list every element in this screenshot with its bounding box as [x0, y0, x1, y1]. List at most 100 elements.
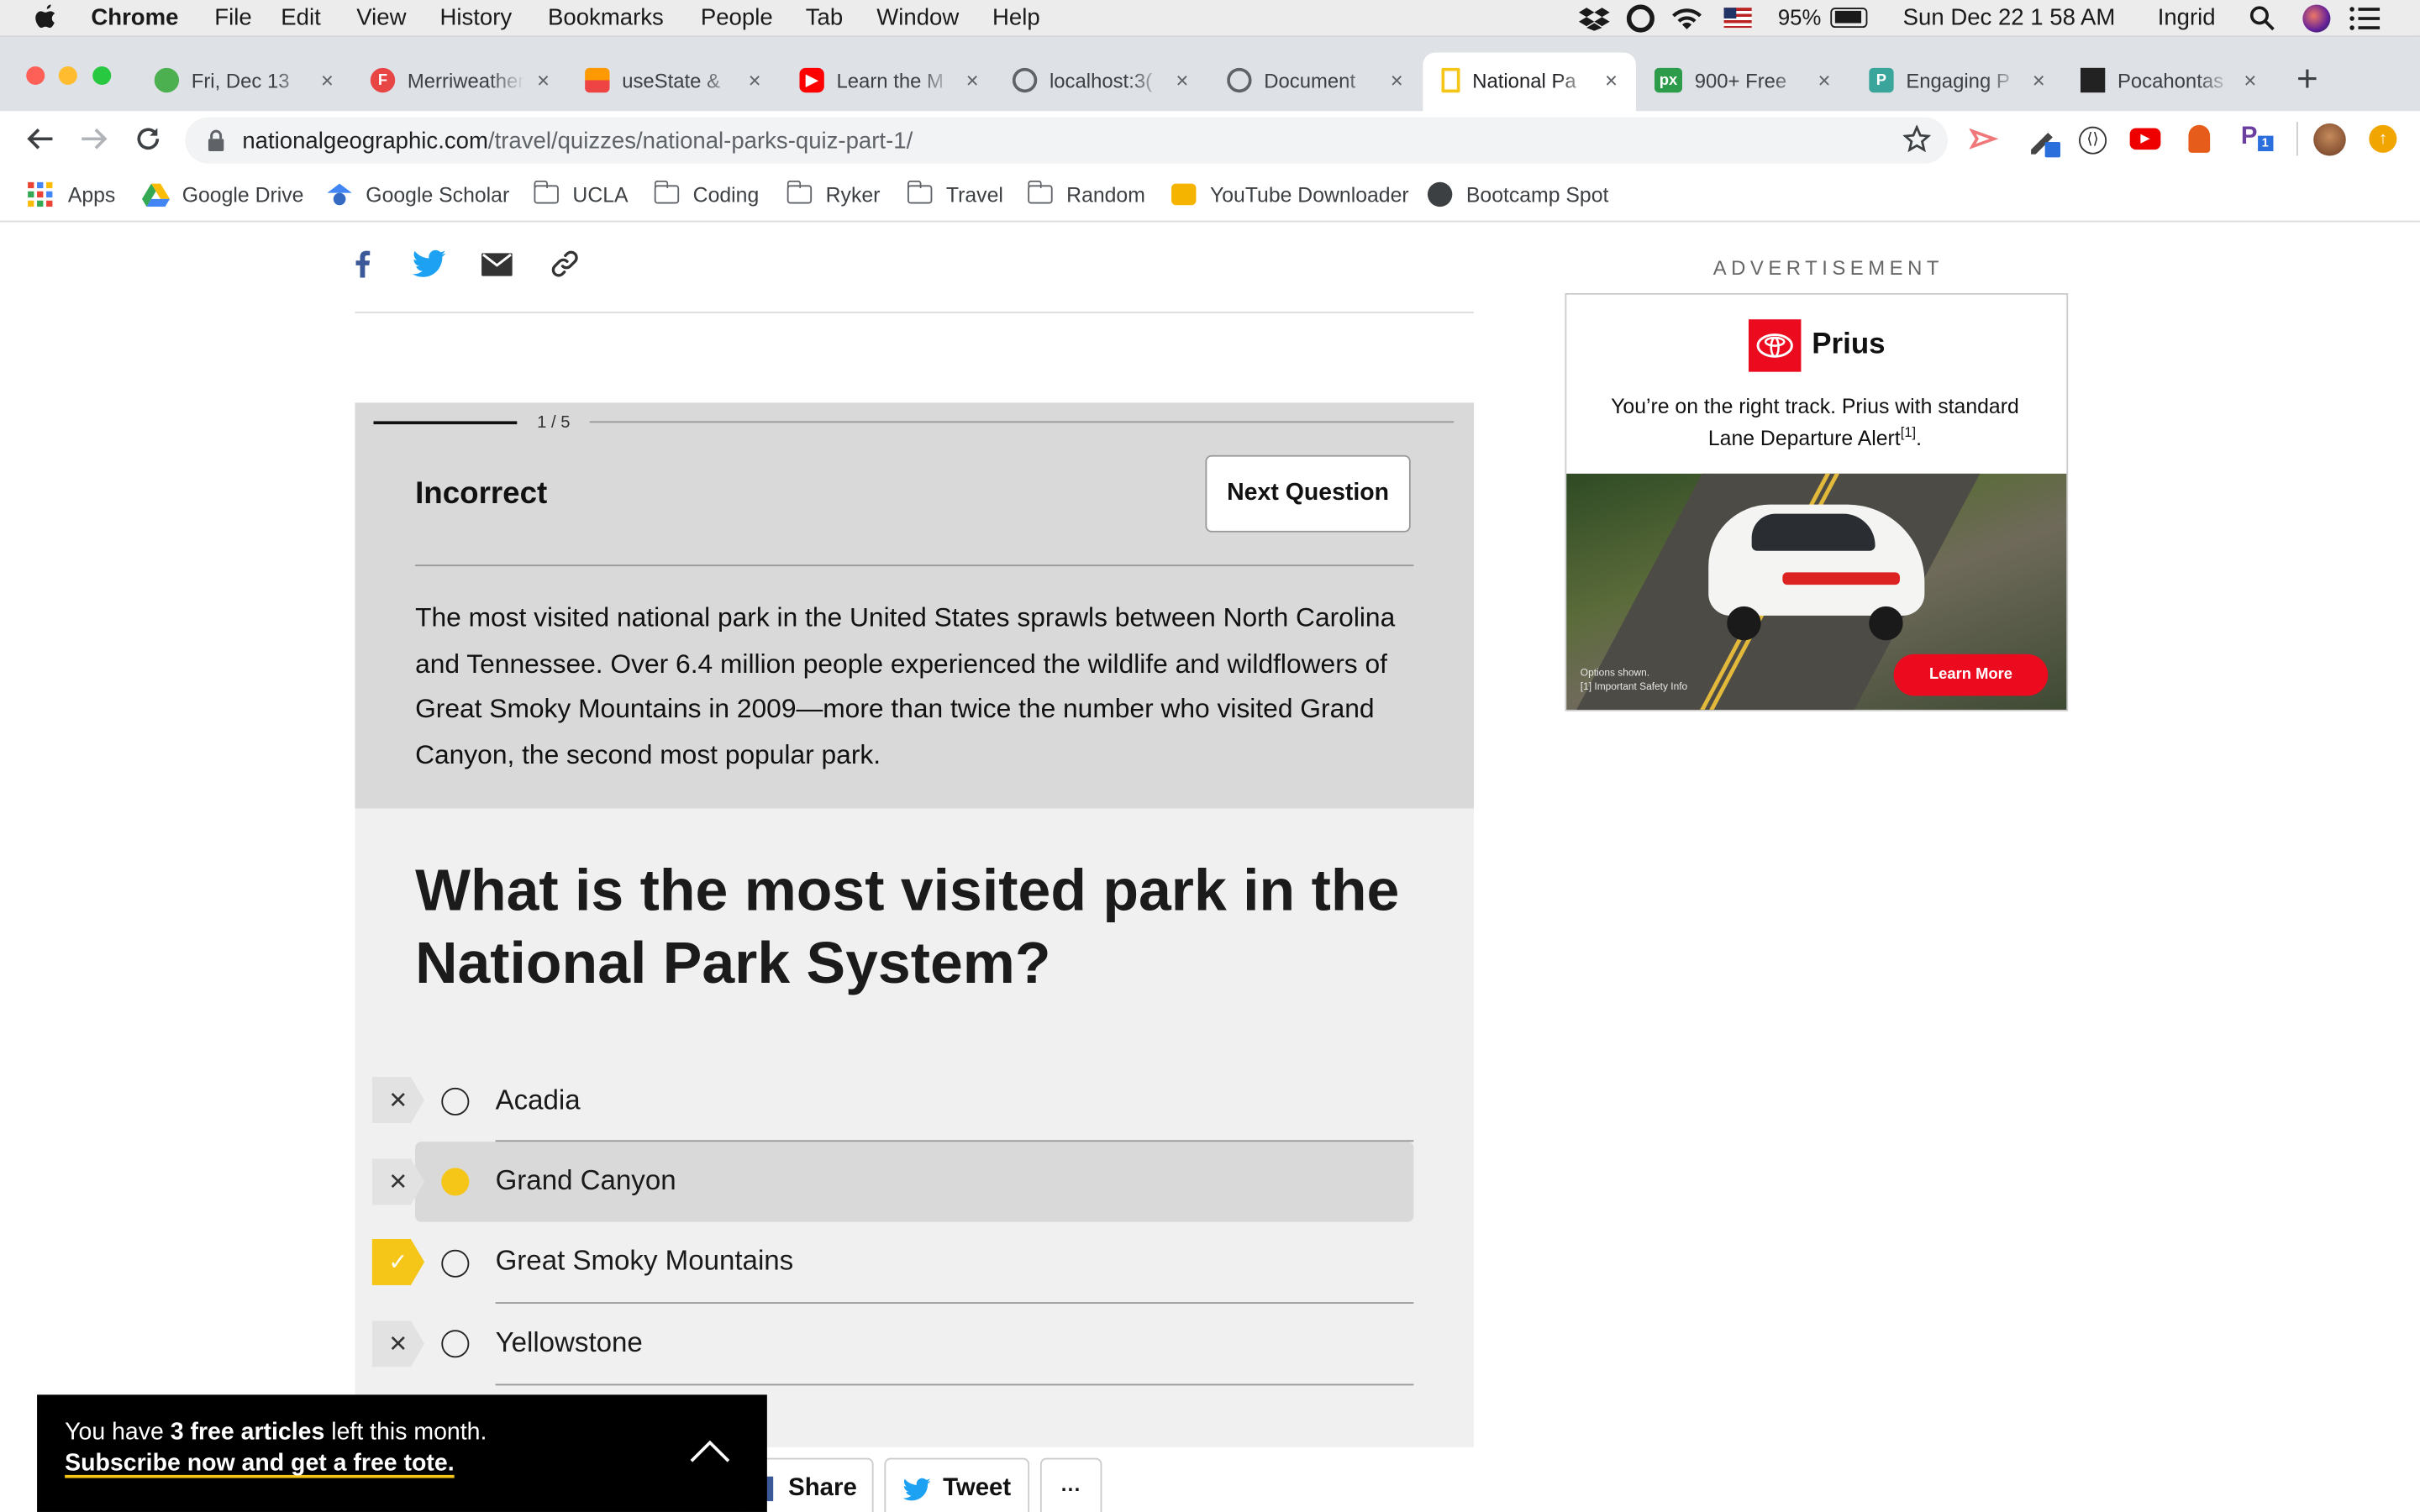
menu-clock[interactable]: Sun Dec 22 1 58 AM: [1903, 5, 2116, 31]
bookmark-folder-ryker[interactable]: Ryker: [786, 180, 880, 208]
minimize-window-button[interactable]: [58, 66, 77, 86]
tab-title: Pocahontas: [2117, 68, 2224, 92]
forward-arrow-icon[interactable]: [81, 127, 108, 151]
bookmark-label: Random: [1066, 182, 1145, 207]
tab-5[interactable]: Document ×: [1227, 55, 1409, 105]
battery-icon[interactable]: [1830, 8, 1868, 29]
url-text[interactable]: nationalgeographic.com/travel/quizzes/na…: [242, 128, 913, 154]
notification-center-icon[interactable]: [2349, 6, 2381, 30]
tab-close-icon[interactable]: ×: [531, 68, 555, 92]
tab-4[interactable]: localhost:3( ×: [1012, 55, 1195, 105]
tab-3[interactable]: ▶ Learn the M ×: [799, 55, 984, 105]
bookmark-google-scholar[interactable]: Google Scholar: [326, 181, 509, 208]
extension-share-icon[interactable]: [1969, 123, 2001, 155]
ad-learn-more-button[interactable]: Learn More: [1893, 654, 2049, 696]
back-arrow-icon[interactable]: [26, 127, 54, 151]
menu-view[interactable]: View: [356, 5, 406, 31]
answer-option-acadia[interactable]: ✕ Acadia: [371, 1060, 1422, 1141]
bookmark-apps[interactable]: Apps: [28, 181, 115, 208]
bookmark-folder-random[interactable]: Random: [1027, 180, 1145, 208]
tab-close-icon[interactable]: ×: [1599, 68, 1623, 92]
answer-radio[interactable]: [441, 1330, 470, 1358]
tab-close-icon[interactable]: ×: [2238, 68, 2262, 92]
answer-radio-selected[interactable]: [441, 1168, 470, 1196]
tab-title: Fri, Dec 13: [191, 68, 290, 92]
subscribe-link[interactable]: Subscribe now and get a free tote.: [65, 1450, 455, 1478]
tab-close-icon[interactable]: ×: [960, 68, 984, 92]
tab-1[interactable]: F Merriweather ×: [370, 55, 555, 105]
twitter-share-icon[interactable]: [412, 247, 446, 281]
answer-option-great-smoky-mountains[interactable]: ✓ Great Smoky Mountains: [371, 1222, 1422, 1303]
answer-option-yellowstone[interactable]: ✕ Yellowstone: [371, 1304, 1422, 1384]
reload-icon[interactable]: [134, 125, 162, 153]
menu-people[interactable]: People: [701, 5, 773, 31]
bookmark-folder-coding[interactable]: Coding: [653, 180, 760, 208]
opera-icon[interactable]: [1626, 4, 1655, 33]
tab-close-icon[interactable]: ×: [1812, 68, 1836, 92]
ad-brand[interactable]: Prius: [1748, 319, 1886, 372]
folder-icon: [533, 180, 559, 204]
tab-2[interactable]: useState & ×: [585, 55, 767, 105]
menu-tab[interactable]: Tab: [806, 5, 843, 31]
menu-file[interactable]: File: [214, 5, 251, 31]
tab-9[interactable]: Pocahontas ×: [2080, 55, 2263, 105]
bookmark-folder-ucla[interactable]: UCLA: [533, 180, 629, 208]
tab-close-icon[interactable]: ×: [742, 68, 766, 92]
battery-percent: 95%: [1777, 4, 1822, 29]
tab-close-icon[interactable]: ×: [315, 68, 339, 92]
bookmark-star-icon[interactable]: [1902, 124, 1931, 153]
bookmark-label: Coding: [692, 182, 760, 207]
tab-0[interactable]: Fri, Dec 13 ×: [154, 55, 339, 105]
extension-youtube-icon[interactable]: ▶: [2129, 128, 2161, 150]
spotlight-search-icon[interactable]: [2249, 5, 2276, 33]
extension-p-icon[interactable]: P1: [2241, 123, 2273, 151]
new-tab-plus-icon[interactable]: +: [2296, 59, 2318, 102]
ad-tagline-text: You’re on the right track. Prius with st…: [1611, 395, 2019, 450]
profile-avatar[interactable]: [2313, 123, 2346, 156]
apple-menu-icon[interactable]: [34, 3, 58, 31]
facebook-share-icon[interactable]: [345, 247, 379, 281]
update-chrome-icon[interactable]: ↑: [2369, 124, 2397, 153]
ad-fineprint-2[interactable]: [1] Important Safety Info: [1581, 680, 1687, 695]
zoom-window-button[interactable]: [92, 66, 112, 86]
quiz-progress-label: 1 / 5: [524, 413, 583, 433]
email-share-icon[interactable]: [480, 247, 513, 281]
dropbox-icon[interactable]: [1577, 6, 1611, 31]
tab-7[interactable]: px 900+ Free ×: [1654, 55, 1837, 105]
tab-8[interactable]: P Engaging P ×: [1869, 55, 2051, 105]
wrong-answer-x-icon: ✕: [371, 1158, 425, 1205]
bookmark-youtube-downloader[interactable]: YouTube Downloader: [1171, 181, 1409, 208]
extension-eyedropper-icon[interactable]: [2027, 123, 2064, 160]
chevron-up-icon[interactable]: [690, 1438, 730, 1462]
menu-history[interactable]: History: [439, 5, 512, 31]
answer-radio[interactable]: [441, 1087, 470, 1116]
more-share-button[interactable]: ···: [1039, 1457, 1102, 1512]
lock-icon[interactable]: [207, 129, 225, 151]
bookmark-google-drive[interactable]: Google Drive: [141, 181, 303, 208]
menu-window[interactable]: Window: [876, 5, 959, 31]
menu-app-name[interactable]: Chrome: [91, 5, 178, 31]
tab-close-icon[interactable]: ×: [1385, 68, 1409, 92]
bookmark-folder-travel[interactable]: Travel: [907, 180, 1003, 208]
tab-close-icon[interactable]: ×: [1170, 68, 1194, 92]
bookmark-bootcamp-spot[interactable]: Bootcamp Spot: [1427, 181, 1608, 208]
tweet-button[interactable]: Tweet: [884, 1457, 1030, 1512]
close-window-button[interactable]: [26, 66, 45, 86]
us-flag-icon[interactable]: [1723, 8, 1752, 29]
paywall-count: 3 free articles: [170, 1419, 325, 1446]
siri-icon[interactable]: [2302, 4, 2331, 33]
wifi-icon[interactable]: [1670, 6, 1703, 30]
answer-option-grand-canyon[interactable]: ✕ Grand Canyon: [371, 1142, 1422, 1222]
copy-link-icon[interactable]: [548, 247, 581, 281]
answer-radio[interactable]: [441, 1249, 470, 1278]
menu-edit[interactable]: Edit: [281, 5, 320, 31]
paywall-banner[interactable]: You have 3 free articles left this month…: [37, 1394, 767, 1512]
menu-help[interactable]: Help: [992, 5, 1040, 31]
tab-close-icon[interactable]: ×: [2027, 68, 2051, 92]
next-question-button[interactable]: Next Question: [1205, 454, 1411, 533]
menu-user[interactable]: Ingrid: [2158, 5, 2216, 31]
menu-bookmarks[interactable]: Bookmarks: [548, 5, 664, 31]
tab-6-active[interactable]: National Pa ×: [1441, 55, 1623, 105]
extension-rocket-icon[interactable]: [2188, 124, 2211, 153]
extension-code-icon[interactable]: ⟨⟩: [2079, 126, 2107, 155]
